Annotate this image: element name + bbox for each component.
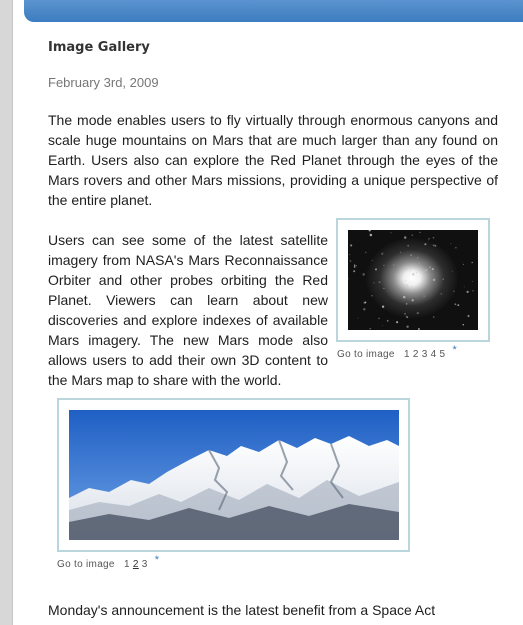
mountain-image[interactable] — [69, 410, 399, 540]
left-rail — [0, 0, 13, 625]
gallery1-star[interactable]: * — [453, 344, 458, 356]
gallery1-page-1[interactable]: 1 — [404, 349, 410, 360]
article-paragraph-1: The mode enables users to fly virtually … — [48, 112, 498, 208]
gallery-star-cluster[interactable] — [336, 218, 490, 342]
gallery1-page-3[interactable]: 3 — [422, 349, 428, 360]
gallery2-star[interactable]: * — [155, 554, 160, 566]
gallery1-page-5[interactable]: 5 — [440, 349, 446, 360]
gallery2-page-2[interactable]: 2 — [133, 559, 139, 570]
gallery2-nav: Go to image 123 * — [57, 554, 159, 570]
gallery2-page-3[interactable]: 3 — [142, 559, 148, 570]
gallery1-page-4[interactable]: 4 — [431, 349, 437, 360]
article-date: February 3rd, 2009 — [48, 75, 159, 90]
gallery2-page-1[interactable]: 1 — [124, 559, 130, 570]
star-cluster-image[interactable] — [348, 230, 478, 330]
gallery1-nav-label: Go to image — [337, 349, 395, 360]
article-title: Image Gallery — [48, 40, 150, 55]
article-paragraph-3: Monday's announcement is the latest bene… — [48, 602, 436, 618]
gallery-mountains[interactable] — [57, 398, 410, 552]
gallery2-nav-label: Go to image — [57, 559, 115, 570]
header-bar — [24, 0, 523, 22]
gallery1-nav: Go to image 12345 * — [337, 344, 457, 360]
article-paragraph-2: Users can see some of the latest satelli… — [48, 232, 328, 388]
gallery1-page-2[interactable]: 2 — [413, 349, 419, 360]
